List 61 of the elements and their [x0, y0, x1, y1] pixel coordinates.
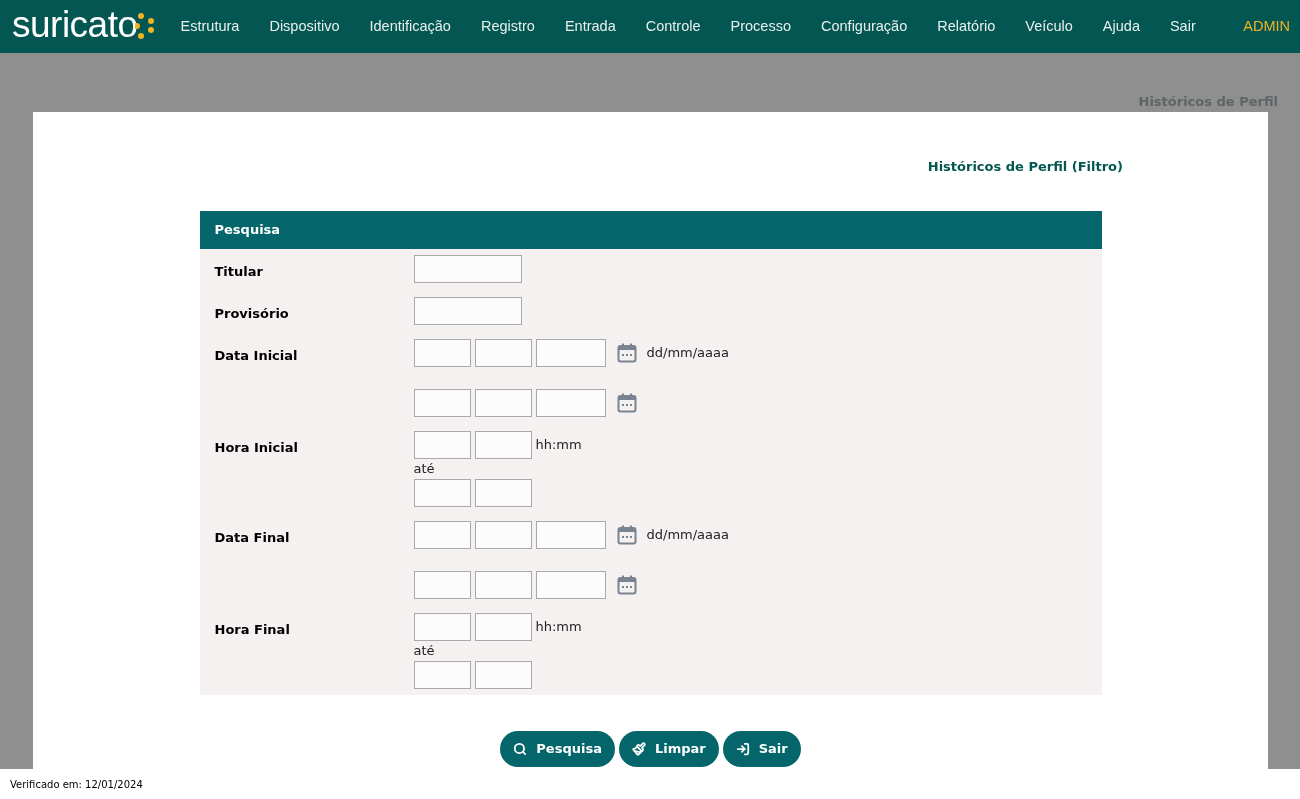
calendar-icon[interactable] [616, 524, 637, 545]
input-field[interactable] [474, 660, 532, 689]
nav-item[interactable]: Veículo [1025, 15, 1073, 38]
nav-item[interactable]: Sair [1169, 15, 1196, 38]
nav-item[interactable]: Relatório [937, 15, 996, 38]
format-hint: dd/mm/aaaa [646, 525, 729, 544]
input-field[interactable] [413, 430, 471, 459]
input-field[interactable] [474, 430, 532, 459]
input-field[interactable] [413, 338, 471, 367]
nav-item[interactable]: Controle [645, 15, 701, 38]
input-field[interactable] [413, 612, 471, 641]
nav-item[interactable]: Registro [480, 15, 535, 38]
nav-item[interactable]: Identificação [369, 15, 451, 38]
input-field[interactable] [535, 570, 606, 599]
nav-item[interactable]: Entrada [564, 15, 616, 38]
input-field[interactable] [474, 338, 532, 367]
calendar-icon[interactable] [616, 392, 637, 413]
nav-item[interactable]: Dispositivo [269, 15, 340, 38]
range-separator: até [413, 641, 436, 660]
input-field[interactable] [413, 478, 471, 507]
range-separator: até [413, 459, 436, 478]
field-label: Titular [214, 263, 263, 279]
action-button[interactable]: Pesquisa [500, 730, 615, 767]
search-icon [513, 741, 528, 756]
input-field[interactable] [535, 338, 606, 367]
input-field[interactable] [474, 520, 532, 549]
input-field[interactable] [413, 296, 522, 325]
calendar-icon[interactable] [616, 574, 637, 595]
input-field[interactable] [474, 478, 532, 507]
format-hint: dd/mm/aaaa [646, 343, 729, 362]
page-title: Históricos de Perfil (Filtro) [927, 158, 1123, 176]
logo[interactable]: suricato [12, 6, 138, 47]
field-label: Hora Inicial [214, 439, 298, 455]
input-field[interactable] [474, 388, 532, 417]
field-label: Provisório [214, 305, 289, 321]
format-hint: hh:mm [535, 435, 582, 454]
user-name[interactable]: ADMIN [1243, 15, 1290, 38]
input-field[interactable] [474, 612, 532, 641]
nav-item[interactable]: Processo [730, 15, 791, 38]
input-field[interactable] [413, 388, 471, 417]
input-field[interactable] [535, 388, 606, 417]
format-hint: hh:mm [535, 617, 582, 636]
input-field[interactable] [535, 520, 606, 549]
field-label: Hora Final [214, 621, 290, 637]
nav-item[interactable]: Ajuda [1102, 15, 1140, 38]
brush-icon [631, 741, 646, 756]
input-field[interactable] [413, 520, 471, 549]
form-title: Pesquisa [214, 220, 281, 239]
nav-item[interactable]: Estrutura [180, 15, 240, 38]
field-label: Data Inicial [214, 347, 298, 363]
input-field[interactable] [474, 570, 532, 599]
input-field[interactable] [413, 570, 471, 599]
verification-date: Verificado em: 12/01/2024 [10, 777, 143, 792]
calendar-icon[interactable] [616, 342, 637, 363]
action-button[interactable]: Sair [722, 730, 801, 767]
nav-item[interactable]: Configuração [821, 15, 908, 38]
input-field[interactable] [413, 254, 522, 283]
action-button[interactable]: Limpar [618, 730, 719, 767]
field-label: Data Final [214, 529, 290, 545]
input-field[interactable] [413, 660, 471, 689]
exit-icon [735, 741, 750, 756]
